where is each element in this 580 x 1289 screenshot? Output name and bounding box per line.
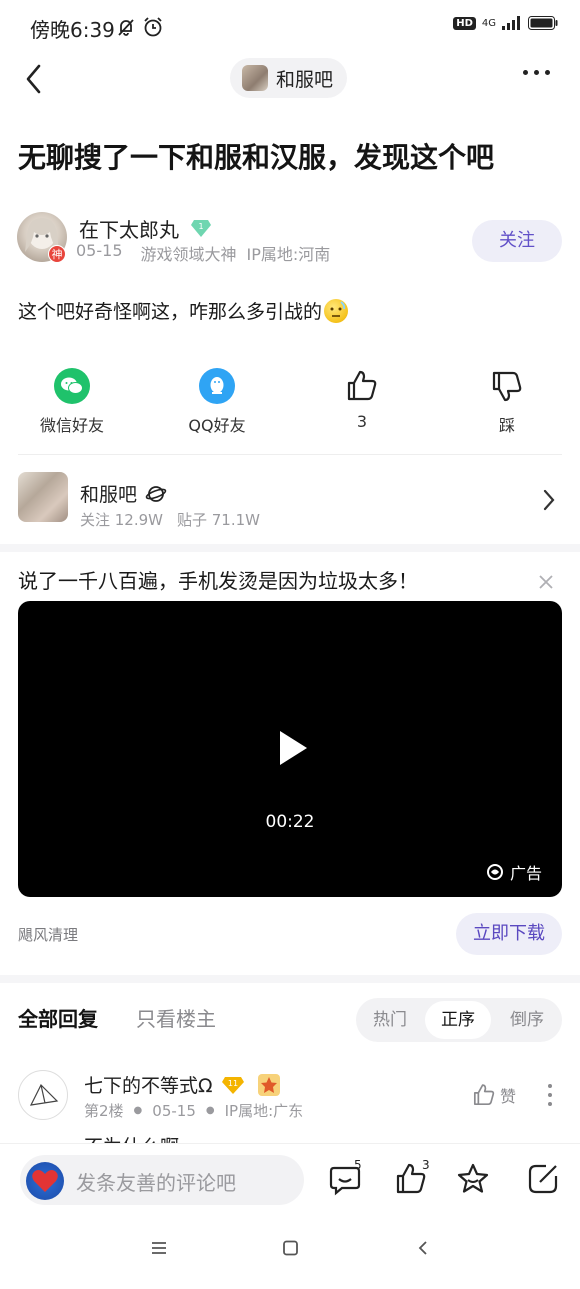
level-diamond-icon: 1: [190, 218, 211, 237]
reply-author: 七下的不等式Ω 11: [84, 1071, 281, 1098]
share-qq-button[interactable]: QQ好友: [162, 368, 272, 436]
level-number: 1: [198, 222, 203, 231]
wechat-icon: [54, 368, 90, 404]
share-edit-icon: [528, 1164, 558, 1194]
advertiser-name: 飓风清理: [18, 926, 79, 944]
nav-home-button[interactable]: [282, 1240, 300, 1260]
forum-followers: 关注 12.9W: [80, 511, 163, 529]
nav-back-button[interactable]: [416, 1240, 430, 1260]
download-button[interactable]: 立即下载: [456, 913, 562, 955]
sort-descending[interactable]: 倒序: [492, 1001, 562, 1039]
forum-header-pill[interactable]: 和服吧: [230, 58, 348, 98]
thumbs-up-icon: [344, 368, 380, 404]
post-like-count: 3: [356, 412, 368, 431]
level-diamond-icon: 11: [221, 1076, 244, 1094]
more-options-button[interactable]: [523, 70, 550, 75]
sort-ascending[interactable]: 正序: [425, 1001, 491, 1039]
hd-badge: HD: [453, 16, 476, 30]
favorite-button[interactable]: [456, 1162, 490, 1200]
share-button[interactable]: [526, 1162, 560, 1200]
close-icon: [539, 575, 553, 589]
bottom-like-button[interactable]: 3: [394, 1158, 430, 1200]
chevron-right-icon: [542, 489, 556, 515]
sort-toggle: 热门 正序 倒序: [356, 998, 562, 1042]
thumbs-down-icon: [489, 368, 525, 404]
status-indicators: HD 4G: [453, 16, 558, 30]
forum-header-name: 和服吧: [276, 68, 334, 91]
play-icon[interactable]: [280, 731, 307, 765]
back-button[interactable]: [22, 62, 46, 96]
planet-icon: [145, 485, 167, 502]
post-body: 这个吧好奇怪啊这，咋那么多引战的: [18, 297, 349, 324]
reply-like-label: 赞: [500, 1087, 517, 1106]
avatar-god-badge: 神: [48, 245, 66, 263]
forum-card-title: 和服吧: [80, 480, 167, 507]
post-like-button[interactable]: 3: [307, 368, 417, 431]
reply-meta: 第2楼 ● 05-15 ● IP属地:广东: [84, 1101, 304, 1121]
forum-thumbnail: [242, 65, 268, 91]
star-icon: [457, 1163, 489, 1193]
post-dislike-label: 踩: [498, 416, 515, 435]
share-wechat-label: 微信好友: [39, 416, 104, 435]
post-body-text: 这个吧好奇怪啊这，咋那么多引战的: [18, 301, 323, 323]
geometry-sketch-icon: [29, 1083, 59, 1106]
reply-more-button[interactable]: [548, 1084, 552, 1106]
forum-card-thumbnail: [18, 472, 68, 522]
share-wechat-button[interactable]: 微信好友: [17, 368, 127, 436]
home-square-icon: [283, 1240, 298, 1256]
thumbs-up-icon: [473, 1084, 495, 1106]
reply-level-number: 11: [227, 1079, 237, 1088]
nav-menu-button[interactable]: [150, 1240, 168, 1260]
video-duration: 00:22: [265, 812, 315, 832]
forum-card-stats: 关注 12.9W 贴子 71.1W: [80, 509, 260, 530]
menu-icon: [152, 1242, 166, 1254]
ad-title[interactable]: 说了一千八百遍，手机发烫是因为垃圾太多！: [18, 565, 418, 594]
signal-icon: [502, 16, 520, 30]
tab-all-replies[interactable]: 全部回复: [18, 1003, 98, 1032]
reply-avatar[interactable]: [18, 1070, 68, 1120]
author-title: 游戏领域大神: [140, 245, 237, 264]
post-dislike-button[interactable]: 踩: [452, 368, 562, 436]
comments-button[interactable]: 5: [328, 1158, 362, 1200]
ad-tag: 广告: [486, 860, 542, 884]
network-type: 4G: [481, 17, 496, 29]
qq-penguin-icon: [199, 368, 235, 404]
comment-count: 5: [354, 1158, 362, 1172]
battery-icon: [528, 16, 558, 30]
mute-bell-icon: [116, 17, 136, 41]
status-time: 傍晚6:39: [30, 18, 115, 42]
author-meta: 05-15 游戏领域大神 IP属地:河南: [76, 241, 330, 265]
forum-card-name: 和服吧: [80, 484, 138, 506]
author-name[interactable]: 在下太郎丸: [79, 214, 179, 243]
post-date: 05-15: [76, 241, 123, 260]
author-ip: IP属地:河南: [246, 245, 331, 264]
ad-tag-label: 广告: [510, 864, 543, 883]
back-triangle-icon: [418, 1241, 427, 1255]
forum-posts: 贴子 71.1W: [177, 511, 260, 529]
post-title: 无聊搜了一下和服和汉服，发现这个吧: [18, 141, 495, 174]
reply-date: 05-15: [152, 1101, 196, 1120]
follow-button[interactable]: 关注: [472, 220, 562, 262]
reply-floor: 第2楼: [84, 1102, 124, 1120]
section-gap: [0, 975, 580, 983]
ad-close-button[interactable]: [538, 574, 554, 594]
reply-like-button[interactable]: 赞: [472, 1083, 516, 1107]
user-avatar: [26, 1162, 64, 1200]
thinking-emoji-icon: [324, 298, 349, 323]
share-qq-label: QQ好友: [188, 416, 246, 435]
heart-icon: [32, 1170, 58, 1192]
ad-logo-icon: [487, 864, 503, 880]
reply-ip: IP属地:广东: [224, 1102, 304, 1120]
sort-hot[interactable]: 热门: [356, 1001, 424, 1039]
bottom-like-count: 3: [422, 1158, 430, 1172]
section-gap: [0, 544, 580, 552]
reply-author-name[interactable]: 七下的不等式Ω: [84, 1071, 213, 1098]
tab-op-only[interactable]: 只看楼主: [136, 1003, 216, 1032]
chevron-left-icon: [26, 64, 41, 94]
medal-icon: [257, 1073, 280, 1096]
comment-placeholder[interactable]: 发条友善的评论吧: [76, 1167, 236, 1196]
alarm-icon: [142, 16, 164, 42]
